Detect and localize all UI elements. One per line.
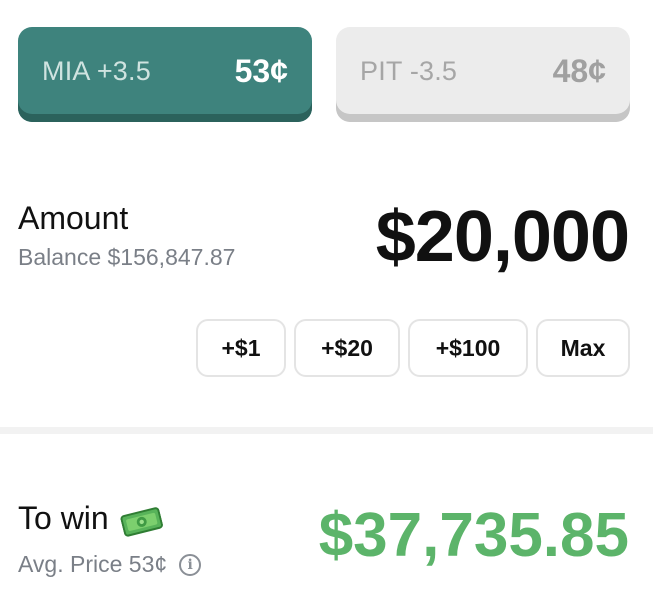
avg-price-text: Avg. Price 53¢ [18,551,168,577]
to-win-heading: To win [18,500,163,537]
section-divider [0,427,653,434]
to-win-value: $37,735.85 [318,501,629,570]
balance-text: Balance $156,847.87 [18,244,236,270]
outcome-price: 53¢ [234,53,288,89]
amount-label: Amount [18,200,129,236]
add-100-button[interactable]: +$100 [408,319,528,377]
add-1-button[interactable]: +$1 [196,319,286,377]
outcome-team-label: PIT -3.5 [360,56,458,86]
outcome-button-mia[interactable]: MIA +3.5 53¢ [18,27,312,122]
to-win-label: To win [18,500,109,536]
outcome-price: 48¢ [552,53,606,89]
info-icon[interactable]: i [179,553,202,576]
order-panel: MIA +3.5 53¢ PIT -3.5 48¢ Amount Balance… [0,0,653,611]
money-icon [118,501,163,537]
outcome-team-label: MIA +3.5 [42,56,151,86]
amount-input[interactable]: $20,000 [376,196,630,278]
outcome-button-pit[interactable]: PIT -3.5 48¢ [336,27,630,122]
max-button[interactable]: Max [536,319,630,377]
avg-price-row: Avg. Price 53¢ i [18,551,202,578]
add-20-button[interactable]: +$20 [294,319,400,377]
